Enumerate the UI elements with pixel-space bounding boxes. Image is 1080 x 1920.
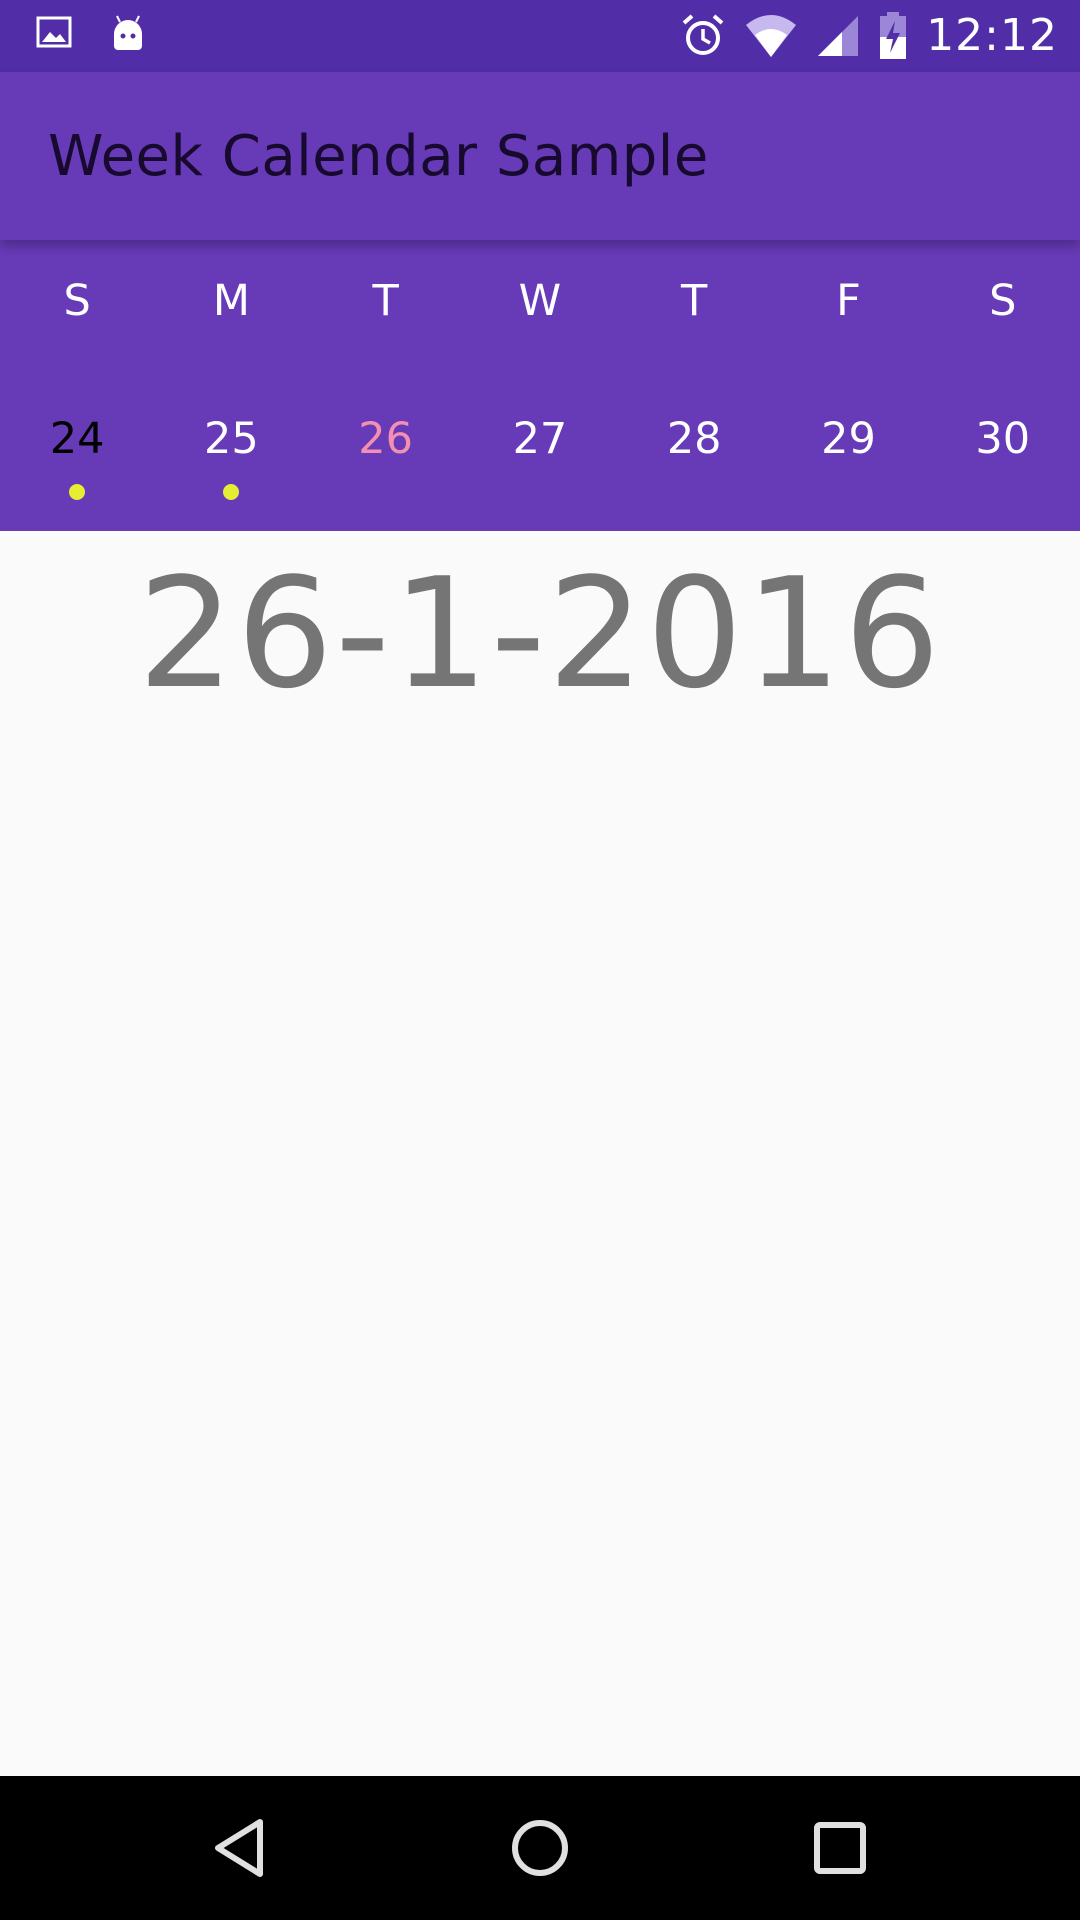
- date-label: 25: [204, 414, 259, 464]
- date-label: 24: [49, 414, 105, 464]
- weekday-header-row: S M T W T F S: [0, 276, 1080, 326]
- date-cell[interactable]: 24: [0, 414, 154, 500]
- date-label: 28: [666, 414, 722, 464]
- android-icon: [108, 14, 148, 54]
- date-label: 27: [512, 414, 568, 464]
- date-cell[interactable]: 30: [926, 414, 1080, 464]
- date-row: 24 25 26 27 28 29 30: [0, 414, 1080, 500]
- date-cell[interactable]: 28: [617, 414, 771, 464]
- weekday-label: S: [989, 276, 1017, 326]
- wifi-icon: [744, 13, 798, 59]
- home-icon: [512, 1820, 568, 1876]
- date-cell[interactable]: 27: [463, 414, 617, 464]
- date-label: 26: [358, 414, 414, 464]
- date-cell[interactable]: 26: [309, 414, 463, 464]
- home-button[interactable]: [504, 1812, 576, 1884]
- page-title: Week Calendar Sample: [48, 124, 709, 189]
- weekday-label: T: [372, 276, 399, 326]
- status-bar: 12:12: [0, 0, 1080, 72]
- event-dot: [223, 484, 240, 500]
- date-cell[interactable]: 29: [771, 414, 925, 464]
- recents-button[interactable]: [804, 1812, 876, 1884]
- weekday-label: M: [212, 276, 250, 326]
- battery-charging-icon: [878, 11, 908, 61]
- navigation-bar: [0, 1776, 1080, 1920]
- date-label: 30: [975, 414, 1031, 464]
- date-label: 29: [821, 414, 876, 464]
- event-dot: [69, 484, 86, 500]
- date-cell[interactable]: 25: [154, 414, 308, 500]
- image-icon: [36, 14, 72, 54]
- back-icon: [215, 1819, 263, 1877]
- week-calendar: S M T W T F S 24 25 26 27 28 29 30: [0, 240, 1080, 531]
- alarm-icon: [680, 13, 726, 59]
- signal-icon: [816, 14, 860, 58]
- weekday-label: S: [63, 276, 91, 326]
- recents-icon: [814, 1822, 866, 1874]
- weekday-label: T: [681, 276, 708, 326]
- status-clock: 12:12: [926, 10, 1058, 61]
- weekday-label: F: [836, 276, 861, 326]
- back-button[interactable]: [204, 1812, 276, 1884]
- selected-date-display: 26-1-2016: [137, 545, 943, 722]
- weekday-label: W: [518, 276, 562, 326]
- app-bar: Week Calendar Sample: [0, 72, 1080, 240]
